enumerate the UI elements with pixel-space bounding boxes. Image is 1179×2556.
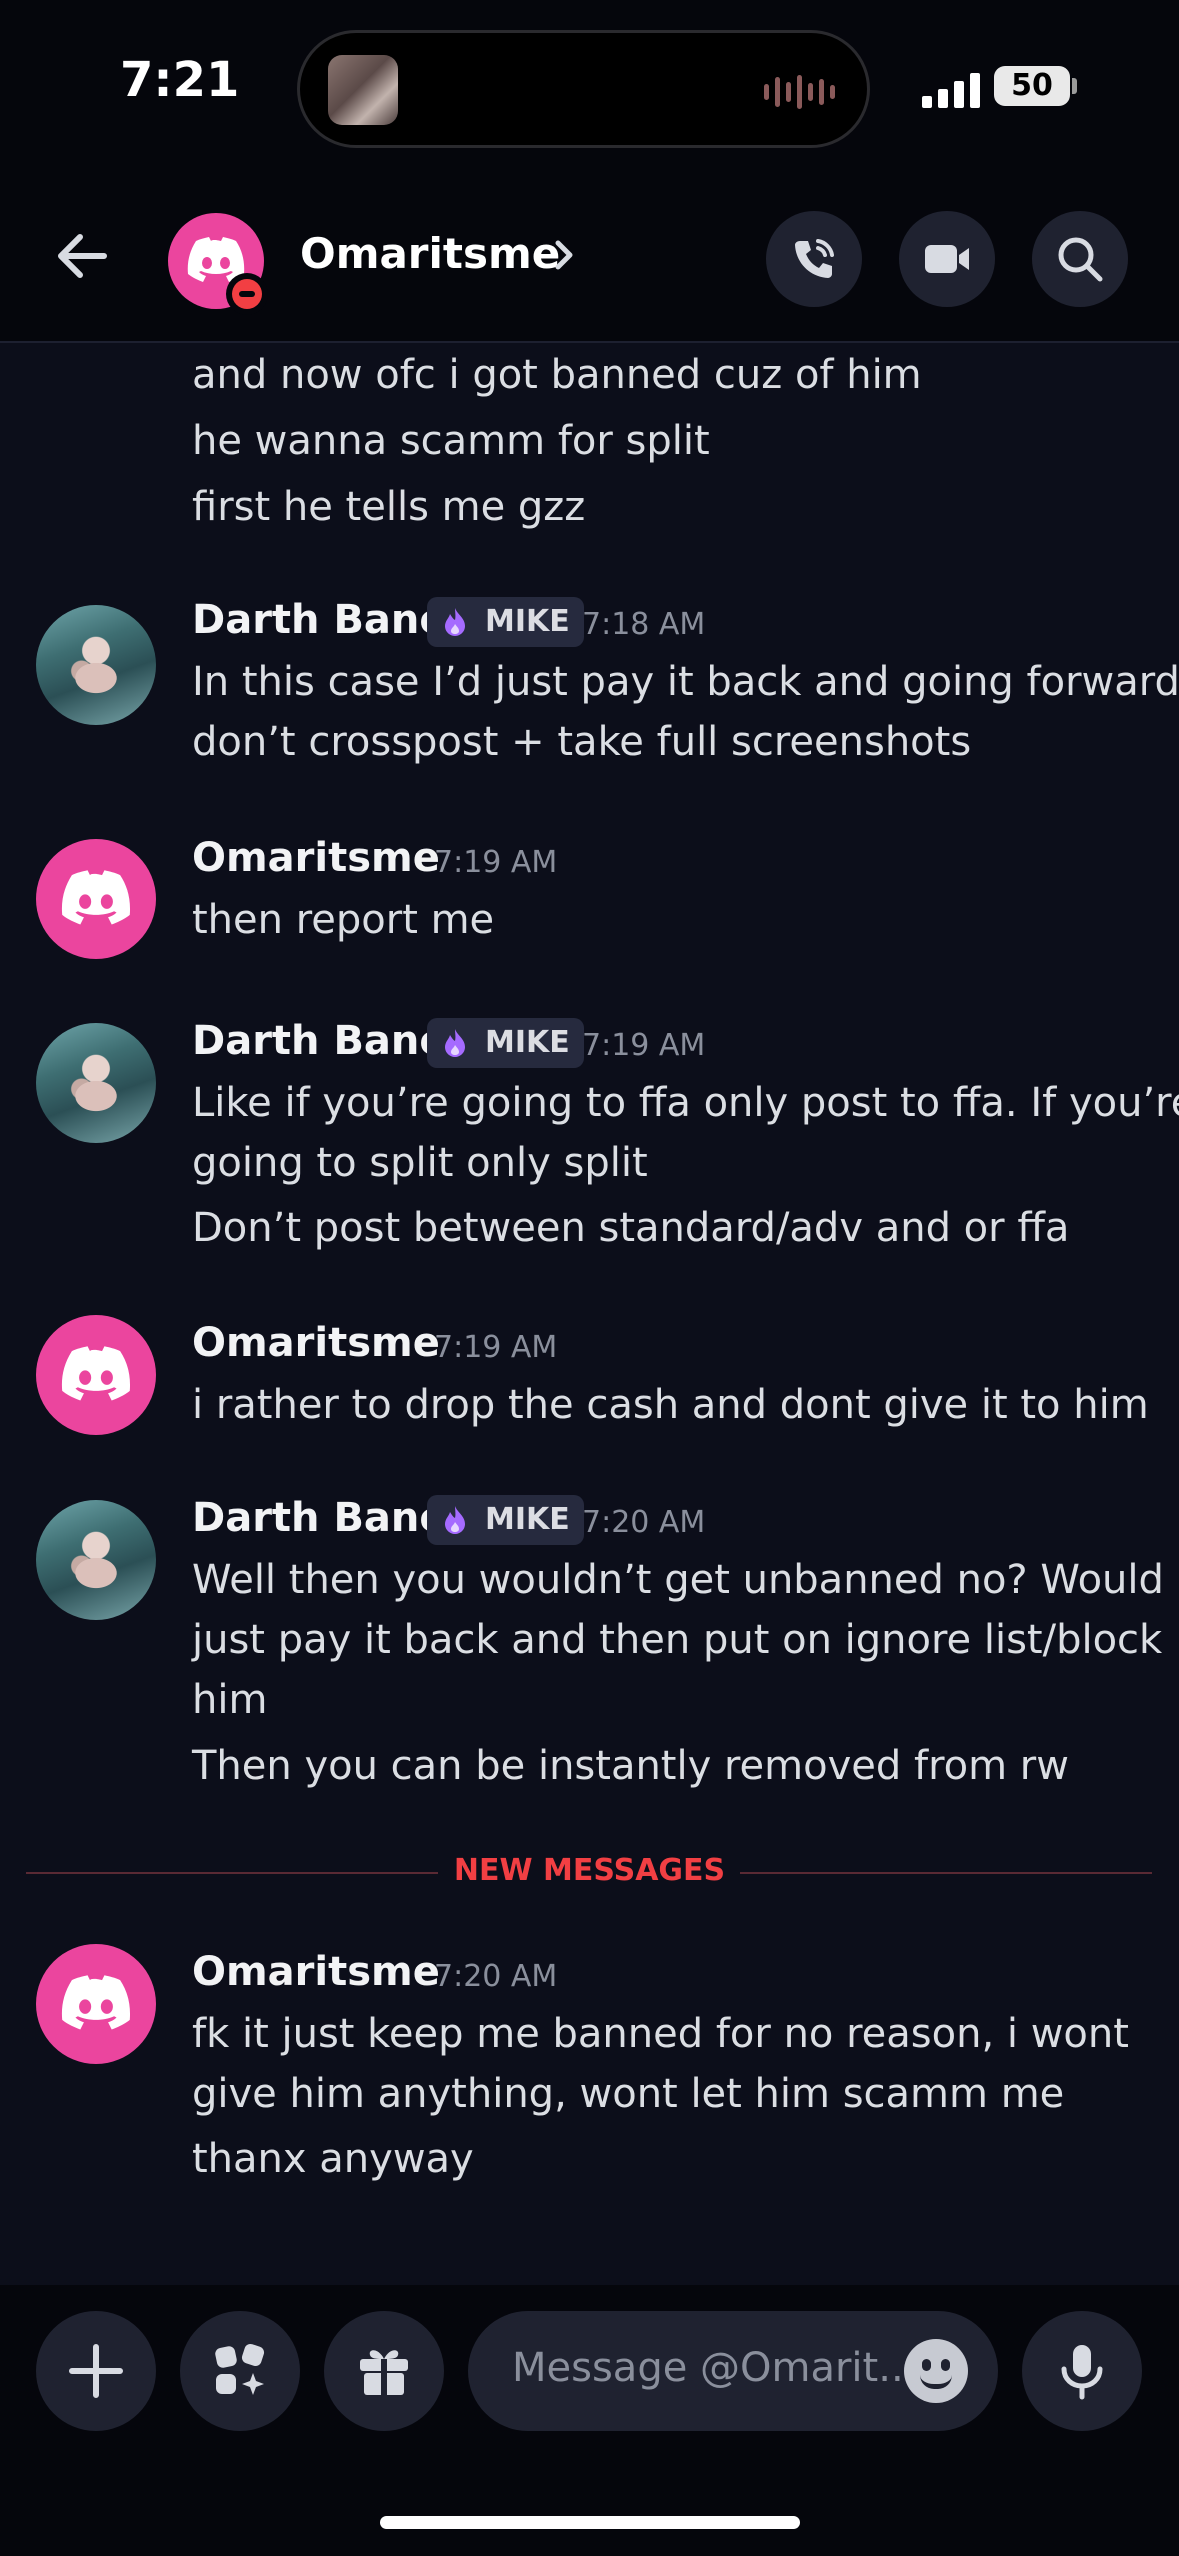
avatar[interactable] [36,1315,156,1435]
now-playing-thumbnail [328,55,398,125]
server-tag[interactable]: MIKE [427,1018,584,1068]
status-bar: 7:21 50 [0,0,1179,175]
new-messages-divider: NEW MESSAGES [453,1853,726,1888]
message-text: Then you can be instantly removed from r… [192,1743,1069,1789]
avatar[interactable] [36,839,156,959]
video-call-icon [925,245,969,273]
timestamp: 7:20 AM [582,1505,706,1540]
flame-icon [445,1506,465,1534]
server-tag[interactable]: MIKE [427,597,584,647]
message-text: him [192,1677,268,1723]
flame-icon [445,608,465,636]
battery-tip [1072,78,1077,94]
video-call-button[interactable] [899,211,995,307]
discord-logo-icon [61,1346,131,1401]
message-text: fk it just keep me banned for no reason,… [192,2011,1129,2057]
message-text: don’t crosspost + take full screenshots [192,719,972,765]
apps-icon [215,2343,265,2395]
author-name[interactable]: Darth Bane [192,1018,447,1064]
chevron-right-icon[interactable] [552,237,576,273]
gift-button[interactable] [324,2311,444,2431]
apps-button[interactable] [180,2311,300,2431]
chat-header: Omaritsme [0,175,1179,343]
message-text: give him anything, wont let him scamm me [192,2071,1065,2117]
search-icon [1058,237,1103,282]
timestamp: 7:19 AM [582,1028,706,1063]
avatar[interactable] [36,1944,156,2064]
signal-icon [922,70,980,108]
flame-icon [445,1029,465,1057]
microphone-icon [1061,2345,1103,2400]
audio-wave-icon [764,73,835,111]
message-text: Well then you wouldn’t get unbanned no? … [192,1557,1164,1603]
message-text: thanx anyway [192,2136,474,2182]
server-tag-label: MIKE [485,604,570,639]
back-button[interactable] [50,223,116,289]
timestamp: 7:19 AM [434,845,558,880]
battery-icon: 50 [994,66,1070,106]
emoji-icon[interactable] [904,2339,968,2403]
message-text: going to split only split [192,1140,648,1186]
search-button[interactable] [1032,211,1128,307]
server-tag[interactable]: MIKE [427,1495,584,1545]
server-tag-label: MIKE [485,1502,570,1537]
voice-call-icon [795,239,834,278]
avatar[interactable] [36,1500,156,1620]
gift-icon [360,2350,408,2395]
author-name[interactable]: Darth Bane [192,1495,447,1541]
message-list[interactable]: and now ofc i got banned cuz of him he w… [0,345,1179,2285]
author-name[interactable]: Omaritsme [192,1320,440,1366]
message-text: first he tells me gzz [192,484,586,530]
message-text: just pay it back and then put on ignore … [192,1617,1163,1663]
message-text: In this case I’d just pay it back and go… [192,659,1179,705]
back-arrow-icon [58,234,107,278]
message-text: then report me [192,897,495,943]
avatar[interactable] [36,1023,156,1143]
author-name[interactable]: Omaritsme [192,1949,440,1995]
home-indicator[interactable] [380,2516,800,2529]
voice-message-button[interactable] [1022,2311,1142,2431]
server-tag-label: MIKE [485,1025,570,1060]
voice-call-button[interactable] [766,211,862,307]
avatar[interactable] [36,605,156,725]
plus-icon [69,2344,123,2398]
message-text: and now ofc i got banned cuz of him [192,352,922,398]
timestamp: 7:19 AM [434,1330,558,1365]
message-text: Don’t post between standard/adv and or f… [192,1205,1070,1251]
author-name[interactable]: Darth Bane [192,597,447,643]
timestamp: 7:20 AM [434,1959,558,1994]
clock: 7:21 [120,52,240,108]
dnd-status-icon [226,273,268,315]
discord-logo-icon [61,870,131,925]
dynamic-island[interactable] [297,30,870,148]
message-text: i rather to drop the cash and dont give … [192,1382,1149,1428]
message-text: Like if you’re going to ffa only post to… [192,1080,1179,1126]
timestamp: 7:18 AM [582,607,706,642]
add-attachment-button[interactable] [36,2311,156,2431]
author-name[interactable]: Omaritsme [192,835,440,881]
discord-logo-icon [61,1975,131,2030]
channel-title[interactable]: Omaritsme [300,229,560,278]
message-text: he wanna scamm for split [192,418,710,464]
message-input-placeholder: Message @Omarit.. [512,2345,904,2391]
message-input[interactable]: Message @Omarit.. [468,2311,998,2431]
